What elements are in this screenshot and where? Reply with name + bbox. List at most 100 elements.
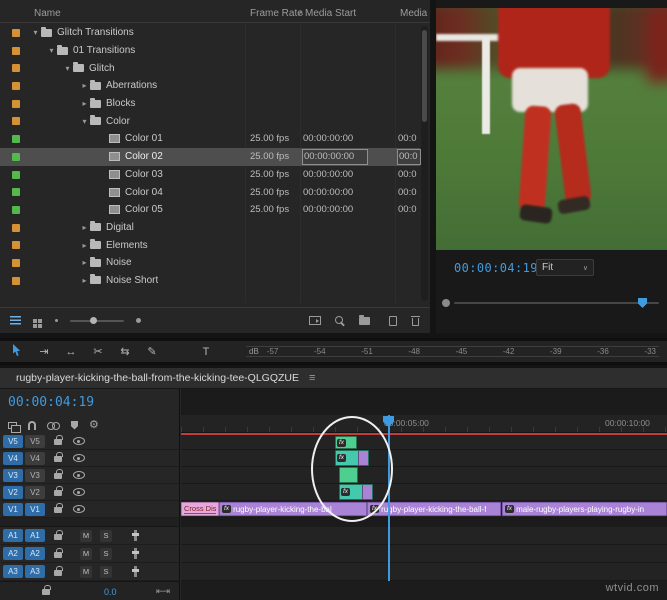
track-lock-icon[interactable]: [54, 565, 63, 576]
bin-row-color[interactable]: ▾ Color: [0, 112, 420, 130]
clip-row-color-03[interactable]: Color 03 25.00 fps 00:00:00:00 00:0: [0, 166, 420, 184]
label-color-chip[interactable]: [12, 135, 20, 144]
track-output-icon[interactable]: [73, 488, 85, 496]
track-target-a1[interactable]: A1: [25, 529, 45, 542]
project-scrollbar[interactable]: [421, 26, 428, 301]
label-color-chip[interactable]: [12, 29, 20, 37]
label-color-chip[interactable]: [12, 258, 20, 267]
bin-row-noise-short[interactable]: ▸ Noise Short: [0, 272, 420, 290]
panel-menu-icon[interactable]: ≡: [309, 372, 315, 384]
ripple-edit-tool-icon[interactable]: ↔: [64, 346, 78, 358]
chevron-right-icon[interactable]: ▸: [79, 241, 90, 250]
bin-row-blocks[interactable]: ▸ Blocks: [0, 95, 420, 113]
track-volume-icon[interactable]: [132, 530, 139, 541]
source-patch-v5[interactable]: V5: [3, 434, 23, 448]
clip-row-color-04[interactable]: Color 04 25.00 fps 00:00:00:00 00:0: [0, 183, 420, 201]
chevron-right-icon[interactable]: ▸: [79, 99, 90, 108]
solo-button[interactable]: S: [100, 547, 112, 560]
track-lane-v4[interactable]: [181, 450, 667, 467]
track-volume-icon[interactable]: [132, 566, 139, 577]
razor-tool-icon[interactable]: ✂: [91, 345, 105, 358]
monitor-timecode[interactable]: 00:00:04:19: [454, 261, 538, 275]
solo-button[interactable]: S: [100, 529, 112, 542]
source-patch-v2[interactable]: V2: [3, 485, 23, 499]
mute-button[interactable]: M: [80, 565, 92, 578]
label-color-chip[interactable]: [12, 82, 20, 91]
bin-row-noise[interactable]: ▸ Noise: [0, 254, 420, 272]
track-lane-v3[interactable]: [181, 467, 667, 484]
list-view-icon[interactable]: [10, 316, 21, 325]
chevron-right-icon[interactable]: ▸: [79, 223, 90, 232]
track-lock-icon[interactable]: [54, 435, 63, 445]
clip-row-color-01[interactable]: Color 01 25.00 fps 00:00:00:00 00:0: [0, 130, 420, 148]
snap-icon[interactable]: [28, 420, 36, 430]
track-lane-v2[interactable]: [181, 484, 667, 501]
source-patch-v4[interactable]: V4: [3, 451, 23, 465]
type-tool-icon[interactable]: T: [199, 346, 213, 358]
project-scrollbar-thumb[interactable]: [422, 30, 427, 122]
bin-row-digital[interactable]: ▸ Digital: [0, 219, 420, 237]
track-select-forward-tool-icon[interactable]: ⇥: [37, 345, 51, 358]
bin-row-01-transitions[interactable]: ▾ 01 Transitions: [0, 42, 420, 60]
label-color-chip[interactable]: [12, 64, 20, 73]
zoom-level-dropdown[interactable]: Fit ∨: [536, 259, 594, 276]
source-patch-a3[interactable]: A3: [3, 565, 23, 578]
timeline-settings-icon[interactable]: ⚙: [89, 420, 99, 431]
label-color-chip[interactable]: [12, 99, 20, 108]
track-target-v3[interactable]: V3: [25, 468, 45, 482]
column-media[interactable]: Media: [400, 8, 427, 19]
new-item-icon[interactable]: [389, 315, 397, 326]
track-target-a3[interactable]: A3: [25, 565, 45, 578]
source-patch-a2[interactable]: A2: [3, 547, 23, 560]
label-color-chip[interactable]: [12, 223, 20, 232]
seek-bar-handle[interactable]: [442, 299, 450, 307]
new-bin-icon[interactable]: [359, 314, 370, 325]
track-lane-a2[interactable]: [181, 545, 667, 563]
track-lane-v1[interactable]: Cross Diss fx rugby-player-kicking-the-b…: [181, 501, 667, 518]
zoom-in-icon[interactable]: [136, 318, 141, 323]
track-target-v5[interactable]: V5: [25, 434, 45, 448]
linked-selection-icon[interactable]: [47, 421, 60, 430]
label-color-chip[interactable]: [12, 152, 20, 161]
add-marker-icon[interactable]: [71, 420, 78, 430]
track-volume-icon[interactable]: [132, 548, 139, 559]
track-header-resize-icon[interactable]: ⇤⇥: [156, 586, 170, 597]
volume-readout[interactable]: 0.0: [104, 587, 117, 597]
track-lane-a3[interactable]: [181, 563, 667, 581]
track-output-icon[interactable]: [73, 505, 85, 513]
source-patch-a1[interactable]: A1: [3, 529, 23, 542]
bin-row-aberrations[interactable]: ▸ Aberrations: [0, 77, 420, 95]
track-lane-v5[interactable]: [181, 435, 667, 450]
column-frame-rate[interactable]: Frame Rate: [250, 8, 303, 19]
sort-ascending-icon[interactable]: ∧: [298, 8, 304, 17]
clip-row-color-02-selected[interactable]: Color 02 25.00 fps 00:00:00:00 00:0: [0, 147, 421, 166]
track-lock-icon[interactable]: [54, 529, 63, 540]
track-output-icon[interactable]: [73, 471, 85, 479]
solo-button[interactable]: S: [100, 565, 112, 578]
find-icon[interactable]: [335, 315, 345, 326]
timeline-scroll-area[interactable]: [181, 581, 667, 600]
column-media-start[interactable]: Media Start: [305, 8, 356, 19]
chevron-down-icon[interactable]: ▾: [46, 46, 57, 55]
label-color-chip[interactable]: [12, 46, 20, 55]
label-color-chip[interactable]: [12, 170, 20, 179]
mute-button[interactable]: M: [80, 529, 92, 542]
label-color-chip[interactable]: [12, 188, 20, 197]
slip-tool-icon[interactable]: ⇆: [118, 345, 132, 358]
monitor-playhead-icon[interactable]: [638, 298, 647, 308]
label-color-chip[interactable]: [12, 205, 20, 214]
track-target-a2[interactable]: A2: [25, 547, 45, 560]
chevron-down-icon[interactable]: ▾: [62, 64, 73, 73]
source-patch-v3[interactable]: V3: [3, 468, 23, 482]
track-lock-icon[interactable]: [54, 547, 63, 558]
bin-row-elements[interactable]: ▸ Elements: [0, 236, 420, 254]
track-lock-icon[interactable]: [54, 486, 63, 496]
automate-to-sequence-icon[interactable]: [309, 316, 321, 325]
label-color-chip[interactable]: [12, 276, 20, 285]
thumbnail-zoom-slider[interactable]: [70, 316, 124, 324]
track-lane-a1[interactable]: [181, 527, 667, 545]
time-ruler[interactable]: 00:00:05:00 00:00:10:00: [181, 415, 667, 433]
track-lock-icon[interactable]: [54, 469, 63, 479]
clip-row-color-05[interactable]: Color 05 25.00 fps 00:00:00:00 00:0: [0, 201, 420, 219]
bin-row-glitch-transitions[interactable]: ▾ Glitch Transitions: [0, 24, 420, 42]
